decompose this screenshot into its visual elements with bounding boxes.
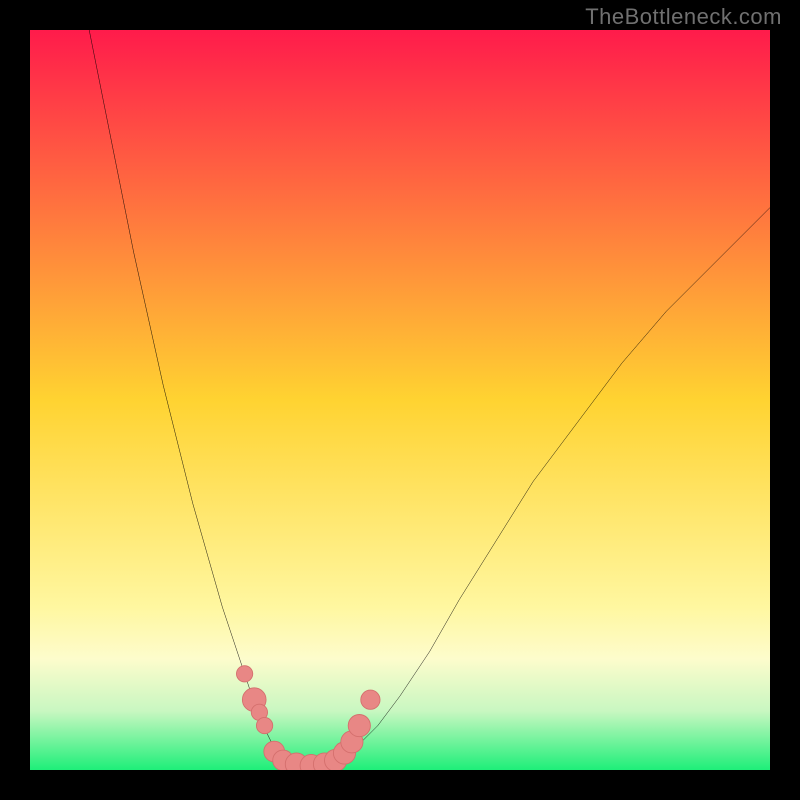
data-marker: [361, 690, 380, 709]
series-group: [89, 30, 770, 766]
marker-group: [236, 666, 380, 770]
bottleneck-curve: [89, 30, 770, 766]
chart-frame: TheBottleneck.com: [0, 0, 800, 800]
data-marker: [348, 715, 370, 737]
data-marker: [256, 717, 272, 733]
curve-layer: [30, 30, 770, 770]
data-marker: [236, 666, 252, 682]
bottleneck-curve: [89, 30, 770, 766]
watermark-text: TheBottleneck.com: [585, 4, 782, 30]
plot-area: [30, 30, 770, 770]
